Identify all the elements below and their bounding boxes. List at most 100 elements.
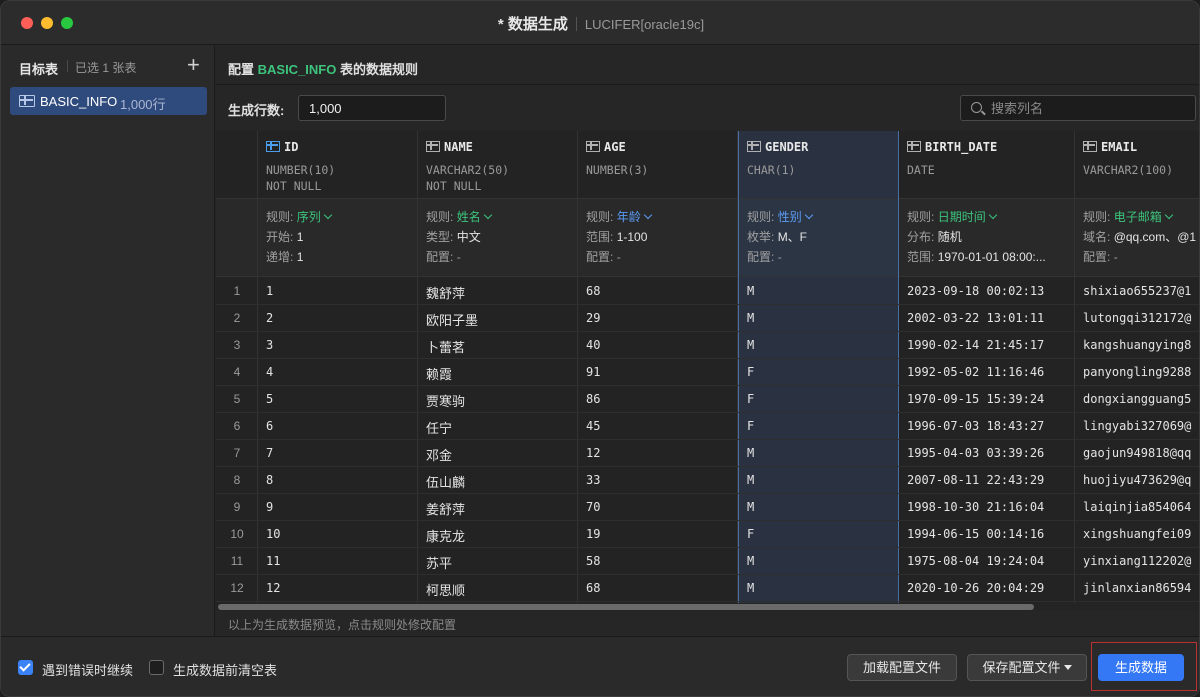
clear-before-checkbox[interactable]: [149, 660, 164, 675]
rule-config-line[interactable]: 配置: -: [1083, 248, 1118, 265]
rule-config-label: 配置:: [426, 250, 454, 264]
table-cell: dongxiangguang5: [1083, 392, 1192, 406]
table-cell: yinxiang112202@: [1083, 554, 1192, 568]
rule-param-line[interactable]: 枚举: M、F: [747, 228, 807, 245]
column-rule[interactable]: 规则: 日期时间 分布: 随机 范围: 1970-01-01 08:00:...: [899, 199, 1074, 277]
table-cell: F: [747, 419, 755, 433]
preview-note: 以上为生成数据预览，点击规则处修改配置: [228, 618, 457, 632]
column-name-text: NAME: [444, 140, 473, 154]
rule-dropdown[interactable]: 电子邮箱: [1114, 210, 1173, 224]
column-header[interactable]: EMAIL VARCHAR2(100): [1075, 131, 1199, 199]
rule-dropdown[interactable]: 姓名: [457, 210, 492, 224]
rule-param-line[interactable]: 域名: @qq.com、@1: [1083, 228, 1196, 245]
column-name: BIRTH_DATE: [907, 140, 997, 154]
column-rule[interactable]: 规则: 电子邮箱 域名: @qq.com、@1 配置: -: [1075, 199, 1199, 277]
rule-config-line[interactable]: 配置: -: [426, 248, 461, 265]
table-cell: M: [747, 473, 755, 487]
rule-param-label: 开始:: [266, 230, 294, 244]
table-cell: 柯思顺: [426, 584, 466, 599]
table-cell: 1990-02-14 21:45:17: [907, 338, 1045, 352]
column-search-box[interactable]: [960, 95, 1196, 121]
load-config-label: 加载配置文件: [862, 660, 941, 675]
table-cell: xingshuangfei09: [1083, 527, 1192, 541]
row-number: 2: [233, 311, 241, 325]
config-title: 配置 BASIC_INFO 表的数据规则: [228, 59, 418, 78]
column-header[interactable]: AGE NUMBER(3): [578, 131, 737, 199]
table-cell: 邓金: [426, 449, 453, 464]
window-title: * 数据生成: [497, 16, 568, 33]
save-config-button[interactable]: 保存配置文件: [967, 654, 1087, 681]
rule-param-line[interactable]: 分布: 随机: [907, 228, 962, 245]
rule-dropdown[interactable]: 日期时间: [938, 210, 997, 224]
table-list-item[interactable]: BASIC_INFO 1,000行: [10, 87, 207, 115]
rule-param-label: 域名:: [1083, 230, 1111, 244]
table-cell: 8: [266, 473, 274, 487]
rule-config-value: -: [1113, 250, 1118, 264]
continue-on-error-checkbox[interactable]: [18, 660, 33, 675]
rule-param-line[interactable]: 范围: 1-100: [586, 228, 647, 245]
column-name: AGE: [586, 140, 626, 154]
rule-line: 规则: 姓名: [426, 208, 492, 225]
rule-param-value: 1-100: [616, 230, 648, 244]
rule-config-label: 配置:: [747, 250, 775, 264]
column-rule[interactable]: 规则: 姓名 类型: 中文 配置: -: [418, 199, 577, 277]
rule-config-line[interactable]: 递增: 1: [266, 248, 303, 265]
rule-config-line[interactable]: 配置: -: [747, 248, 782, 265]
clear-before-label: 生成数据前清空表: [173, 663, 278, 678]
column-icon: [907, 141, 921, 152]
rule-config-line[interactable]: 范围: 1970-01-01 08:00:...: [907, 248, 1046, 265]
table-row: [216, 304, 1199, 305]
column-header[interactable]: ID NUMBER(10) NOT NULL: [258, 131, 417, 199]
horizontal-scrollbar[interactable]: [216, 603, 1199, 611]
rule-dropdown[interactable]: 年龄: [617, 210, 652, 224]
column-gender[interactable]: GENDER CHAR(1) 规则: 性别 枚举: M、F 配置: -MMMFFFMMM…: [738, 131, 899, 603]
table-cell: lingyabi327069@: [1083, 419, 1192, 433]
column-id[interactable]: ID NUMBER(10) NOT NULL 规则: 序列 开始: 1 递增: 11234…: [258, 131, 418, 603]
rule-param-value: M、F: [777, 230, 808, 244]
column-type: NUMBER(10) NOT NULL: [266, 162, 335, 194]
row-number: 5: [233, 392, 241, 406]
add-table-button[interactable]: +: [187, 54, 200, 76]
column-name-text: ID: [284, 140, 299, 154]
column-age[interactable]: AGE NUMBER(3) 规则: 年龄 范围: 1-100 配置: -68 29 40 91…: [578, 131, 738, 603]
rule-param-line[interactable]: 类型: 中文: [426, 228, 481, 245]
table-cell: F: [747, 365, 755, 379]
table-cell: 4: [266, 365, 274, 379]
column-rule[interactable]: 规则: 年龄 范围: 1-100 配置: -: [578, 199, 737, 277]
row-number: 3: [233, 338, 241, 352]
row-number-rule: [216, 199, 257, 277]
focus-highlight: [1091, 642, 1197, 691]
table-cell: 任宁: [426, 422, 453, 437]
scrollbar-thumb[interactable]: [218, 604, 1034, 610]
table-row: [216, 601, 1199, 602]
table-cell: M: [747, 581, 755, 595]
column-name[interactable]: NAME VARCHAR2(50) NOT NULL 规则: 姓名 类型: 中文 配置: …: [418, 131, 578, 603]
column-birth-date[interactable]: BIRTH_DATE DATE 规则: 日期时间 分布: 随机 范围: 1970-01-…: [899, 131, 1075, 603]
rule-param-line[interactable]: 开始: 1: [266, 228, 303, 245]
load-config-button[interactable]: 加载配置文件: [847, 654, 957, 681]
column-header[interactable]: NAME VARCHAR2(50) NOT NULL: [418, 131, 577, 199]
column-rule[interactable]: 规则: 序列 开始: 1 递增: 1: [258, 199, 417, 277]
table-cell: 68: [586, 581, 601, 595]
column-header[interactable]: GENDER CHAR(1): [739, 131, 898, 199]
rule-dropdown[interactable]: 性别: [778, 210, 813, 224]
preview-grid: 1 2 3 4 5 6 7 8 9 10 11 12 ID NUMBER(10) NOT NULL 规则: 序…: [216, 131, 1199, 603]
rule-param-label: 枚举:: [747, 230, 775, 244]
rule-dropdown[interactable]: 序列: [296, 210, 332, 224]
column-header[interactable]: BIRTH_DATE DATE: [899, 131, 1074, 199]
column-name: ID: [266, 140, 298, 154]
rule-value: 序列: [296, 210, 321, 224]
row-number: 7: [233, 446, 241, 460]
target-table-panel: 目标表 已选 1 张表 + BASIC_INFO 1,000行: [1, 45, 215, 636]
column-search-input[interactable]: [991, 96, 1191, 120]
table-cell: M: [747, 284, 755, 298]
column-rule[interactable]: 规则: 性别 枚举: M、F 配置: -: [739, 199, 898, 277]
table-row: [216, 331, 1199, 332]
table-cell: 苏平: [426, 557, 453, 572]
column-icon: [747, 141, 761, 152]
row-count-input[interactable]: [298, 95, 446, 121]
rule-config-line[interactable]: 配置: -: [586, 248, 621, 265]
table-cell: 2023-09-18 00:02:13: [907, 284, 1045, 298]
table-row-count: 1,000行: [120, 97, 166, 112]
column-email[interactable]: EMAIL VARCHAR2(100) 规则: 电子邮箱 域名: @qq.com、@1…: [1075, 131, 1199, 603]
